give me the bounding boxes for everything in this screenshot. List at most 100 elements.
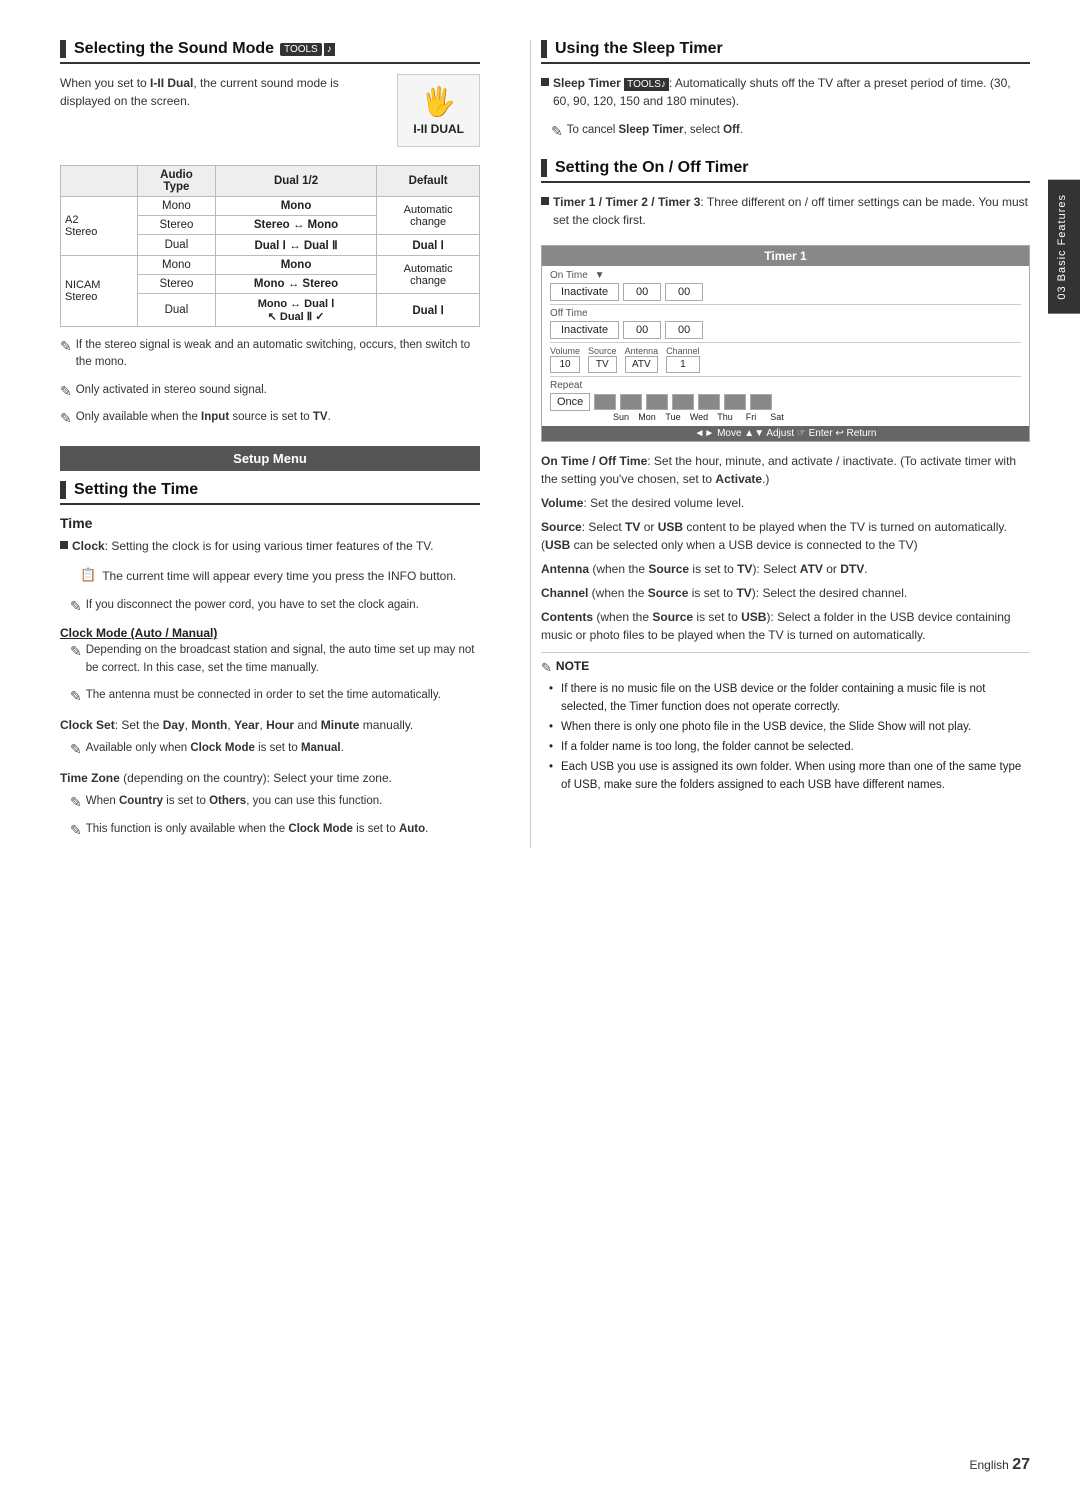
off-minute: 00 [665, 321, 703, 339]
note-stereo-only: ✎ Only activated in stereo sound signal. [60, 382, 480, 405]
sound-mode-title: Selecting the Sound Mode [74, 40, 274, 58]
on-minute: 00 [665, 283, 703, 301]
on-hour: 00 [623, 283, 661, 301]
mon-label: Mon [636, 412, 658, 422]
source-group: Source TV [588, 346, 617, 373]
source-value: TV [588, 356, 617, 373]
bullet-square-icon [541, 78, 549, 86]
note-title-row: ✎ NOTE [541, 659, 1030, 677]
channel-value: 1 [666, 356, 700, 373]
header-bar-icon [60, 481, 66, 499]
day-thu: ▪ [698, 394, 720, 410]
header-bar-icon [60, 40, 66, 58]
day-wed: ▪ [672, 394, 694, 410]
group-nicam: NICAMStereo [61, 256, 138, 327]
timer-nav-bar: ◄► Move ▲▼ Adjust ☞ Enter ↩ Return [542, 426, 1029, 441]
type-stereo: Stereo [138, 216, 216, 235]
note-item: Each USB you use is assigned its own fol… [549, 759, 1030, 794]
info-note: 📋 The current time will appear every tim… [80, 567, 480, 591]
dual-dual: Dual Ⅰ ↔ Dual Ⅱ [215, 235, 376, 256]
pencil-icon: ✎ [70, 688, 82, 705]
note-item: If there is no music file on the USB dev… [549, 681, 1030, 716]
channel-group: Channel 1 [666, 346, 700, 373]
contents-desc: Contents (when the Source is set to USB)… [541, 608, 1030, 644]
sleep-timer-note: ✎ To cancel Sleep Timer, select Off. [551, 122, 1030, 145]
note-clock-set: ✎ Available only when Clock Mode is set … [70, 740, 480, 763]
dual-nicam-dual: Mono ↔ Dual Ⅰ↖ Dual Ⅱ ✓ [215, 294, 376, 327]
repeat-once: Once [550, 393, 590, 411]
note-section: ✎ NOTE If there is no music file on the … [541, 652, 1030, 794]
time-zone-text: Time Zone (depending on the country): Se… [60, 769, 480, 787]
day-sun: ▪ [594, 394, 616, 410]
type-nicam-stereo: Stereo [138, 275, 216, 294]
clock-bullet-line: Clock: Setting the clock is for using va… [60, 537, 480, 561]
tools-icon: TOOLS♪ [624, 78, 669, 91]
table-row: NICAMStereo Mono Mono Automaticchange [61, 256, 480, 275]
note-item: If a folder name is too long, the folder… [549, 739, 1030, 756]
sleep-timer-header: Using the Sleep Timer [541, 40, 1030, 64]
volume-value: 10 [550, 356, 580, 373]
day-sat: ▪ [750, 394, 772, 410]
dual-nicam-stereo: Mono ↔ Stereo [215, 275, 376, 294]
volume-label: Volume [550, 346, 580, 356]
timer-bullet: Timer 1 / Timer 2 / Timer 3: Three diffe… [541, 193, 1030, 235]
setting-time-section: Setting the Time Time Clock: Setting the… [60, 481, 480, 844]
table-header-dual: Dual 1/2 [215, 166, 376, 197]
pencil-icon: ✎ [70, 741, 82, 758]
default-nicam-auto: Automaticchange [377, 256, 480, 294]
pencil-icon: ✎ [70, 598, 82, 615]
on-off-timer-header: Setting the On / Off Timer [541, 159, 1030, 183]
sound-mode-body: When you set to I-II Dual, the current s… [60, 74, 387, 110]
channel-label: Channel [666, 346, 700, 356]
note-list: If there is no music file on the USB dev… [541, 681, 1030, 794]
off-time-label: Off Time [550, 308, 1021, 319]
note-item: When there is only one photo file in the… [549, 719, 1030, 736]
tue-label: Tue [662, 412, 684, 422]
clock-mode-title: Clock Mode (Auto / Manual) [60, 626, 480, 640]
on-off-timer-section: Setting the On / Off Timer Timer 1 / Tim… [541, 159, 1030, 794]
pencil-icon: ✎ [60, 338, 72, 355]
dual-image-area: 🖐 I-II DUAL [397, 74, 480, 147]
header-bar-icon [541, 40, 547, 58]
note-clock-auto: ✎ Depending on the broadcast station and… [70, 642, 480, 683]
sleep-timer-bullet: Sleep Timer TOOLS♪: Automatically shuts … [541, 74, 1030, 116]
antenna-value: ATV [625, 356, 659, 373]
wed-label: Wed [688, 412, 710, 422]
on-time-label: On Time ▼ [550, 270, 1021, 281]
note-clock-auto2: ✎ This function is only available when t… [70, 821, 480, 844]
side-tab: 03 Basic Features [1048, 180, 1080, 314]
page-number: 27 [1012, 1456, 1030, 1473]
repeat-label: Repeat [550, 380, 1021, 391]
sun-label: Sun [610, 412, 632, 422]
right-column: Using the Sleep Timer Sleep Timer TOOLS♪… [530, 40, 1030, 848]
setting-time-header: Setting the Time [60, 481, 480, 505]
info-icon: 📋 [80, 567, 96, 583]
pencil-icon: ✎ [70, 822, 82, 839]
antenna-label: Antenna [625, 346, 659, 356]
note-stereo-weak: ✎ If the stereo signal is weak and an au… [60, 337, 480, 378]
group-a2-stereo: A2Stereo [61, 197, 138, 256]
default-auto: Automaticchange [377, 197, 480, 235]
source-label: Source [588, 346, 617, 356]
off-inactivate: Inactivate [550, 321, 619, 339]
note-country-others: ✎ When Country is set to Others, you can… [70, 793, 480, 816]
sleep-timer-title: Using the Sleep Timer [555, 40, 723, 58]
pencil-icon: ✎ [551, 123, 563, 140]
time-heading: Time [60, 515, 480, 531]
source-desc: Source: Select TV or USB content to be p… [541, 518, 1030, 554]
antenna-desc: Antenna (when the Source is set to TV): … [541, 560, 1030, 578]
timer-options-row: Volume 10 Source TV Antenna ATV Channe [550, 346, 1021, 373]
language-label: English [970, 1458, 1009, 1472]
note-antenna: ✎ The antenna must be connected in order… [70, 687, 480, 710]
note-pencil-icon: ✎ [541, 660, 552, 676]
dual-label: I-II DUAL [413, 122, 464, 136]
divider [550, 304, 1021, 305]
on-time-arrow: ▼ [595, 270, 605, 281]
type-nicam-dual: Dual [138, 294, 216, 327]
dual-mono: Mono [215, 197, 376, 216]
divider [550, 342, 1021, 343]
volume-group: Volume 10 [550, 346, 580, 373]
type-mono: Mono [138, 197, 216, 216]
timer-box: Timer 1 On Time ▼ Inactivate 00 00 Off T… [541, 245, 1030, 442]
bullet-square-icon [60, 541, 68, 549]
